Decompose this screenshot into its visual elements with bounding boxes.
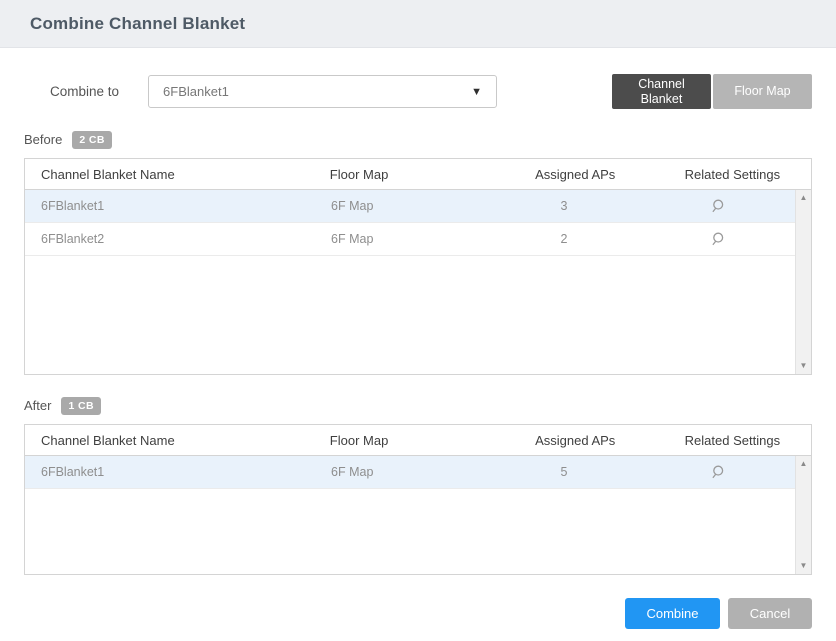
before-count-badge: 2 CB	[72, 131, 112, 149]
cancel-button[interactable]: Cancel	[728, 598, 812, 629]
table-row[interactable]: 6FBlanket1 6F Map 3	[25, 190, 795, 223]
cell-channel-blanket-name: 6FBlanket1	[25, 199, 218, 213]
before-label: Before	[24, 132, 62, 147]
column-header-channel-blanket-name: Channel Blanket Name	[25, 167, 222, 182]
combine-to-label: Combine to	[50, 84, 119, 99]
channel-blanket-toggle-button[interactable]: Channel Blanket	[612, 74, 711, 109]
before-table-header: Channel Blanket Name Floor Map Assigned …	[25, 159, 811, 190]
scroll-up-icon[interactable]: ▲	[800, 460, 808, 468]
cell-floor-map: 6F Map	[218, 199, 488, 213]
combine-to-selected-value: 6FBlanket1	[163, 84, 229, 99]
after-label: After	[24, 398, 51, 413]
cell-floor-map: 6F Map	[218, 232, 488, 246]
cell-channel-blanket-name: 6FBlanket1	[25, 465, 218, 479]
table-row[interactable]: 6FBlanket2 6F Map 2	[25, 223, 795, 256]
floor-map-toggle-button[interactable]: Floor Map	[713, 74, 812, 109]
search-icon[interactable]	[710, 198, 726, 214]
after-table-header: Channel Blanket Name Floor Map Assigned …	[25, 425, 811, 456]
combine-to-dropdown[interactable]: 6FBlanket1 ▼	[148, 75, 497, 108]
after-table-scrollbar[interactable]: ▲ ▼	[795, 456, 811, 574]
cell-related-settings	[641, 464, 795, 480]
search-icon[interactable]	[710, 231, 726, 247]
after-table-body: 6FBlanket1 6F Map 5 ▲ ▼	[25, 456, 811, 574]
before-table: Channel Blanket Name Floor Map Assigned …	[24, 158, 812, 375]
column-header-related-settings: Related Settings	[654, 167, 811, 182]
column-header-floor-map: Floor Map	[222, 167, 497, 182]
column-header-related-settings: Related Settings	[654, 433, 811, 448]
cell-floor-map: 6F Map	[218, 465, 488, 479]
before-table-scrollbar[interactable]: ▲ ▼	[795, 190, 811, 374]
before-table-rows: 6FBlanket1 6F Map 3 6FBlanket2 6F Map 2	[25, 190, 795, 374]
before-section-header: Before 2 CB	[24, 129, 812, 150]
cell-assigned-aps: 5	[487, 465, 641, 479]
cell-assigned-aps: 2	[487, 232, 641, 246]
scroll-down-icon[interactable]: ▼	[800, 562, 808, 570]
scroll-up-icon[interactable]: ▲	[800, 194, 808, 202]
column-header-assigned-aps: Assigned APs	[497, 433, 654, 448]
column-header-floor-map: Floor Map	[222, 433, 497, 448]
cell-related-settings	[641, 198, 795, 214]
column-header-assigned-aps: Assigned APs	[497, 167, 654, 182]
combine-button[interactable]: Combine	[625, 598, 720, 629]
after-section-header: After 1 CB	[24, 395, 812, 416]
after-count-badge: 1 CB	[61, 397, 101, 415]
main-content: Combine to 6FBlanket1 ▼ Channel Blanket …	[0, 74, 836, 629]
search-icon[interactable]	[710, 464, 726, 480]
chevron-down-icon: ▼	[471, 86, 482, 98]
page-header: Combine Channel Blanket	[0, 0, 836, 48]
after-table: Channel Blanket Name Floor Map Assigned …	[24, 424, 812, 575]
view-toggle-group: Channel Blanket Floor Map	[612, 74, 812, 109]
cell-assigned-aps: 3	[487, 199, 641, 213]
column-header-channel-blanket-name: Channel Blanket Name	[25, 433, 222, 448]
after-table-rows: 6FBlanket1 6F Map 5	[25, 456, 795, 574]
combine-to-row: Combine to 6FBlanket1 ▼ Channel Blanket …	[24, 74, 812, 109]
table-row[interactable]: 6FBlanket1 6F Map 5	[25, 456, 795, 489]
scroll-down-icon[interactable]: ▼	[800, 362, 808, 370]
cell-related-settings	[641, 231, 795, 247]
cell-channel-blanket-name: 6FBlanket2	[25, 232, 218, 246]
footer-actions: Combine Cancel	[24, 598, 812, 629]
page-title: Combine Channel Blanket	[30, 14, 245, 34]
before-table-body: 6FBlanket1 6F Map 3 6FBlanket2 6F Map 2	[25, 190, 811, 374]
